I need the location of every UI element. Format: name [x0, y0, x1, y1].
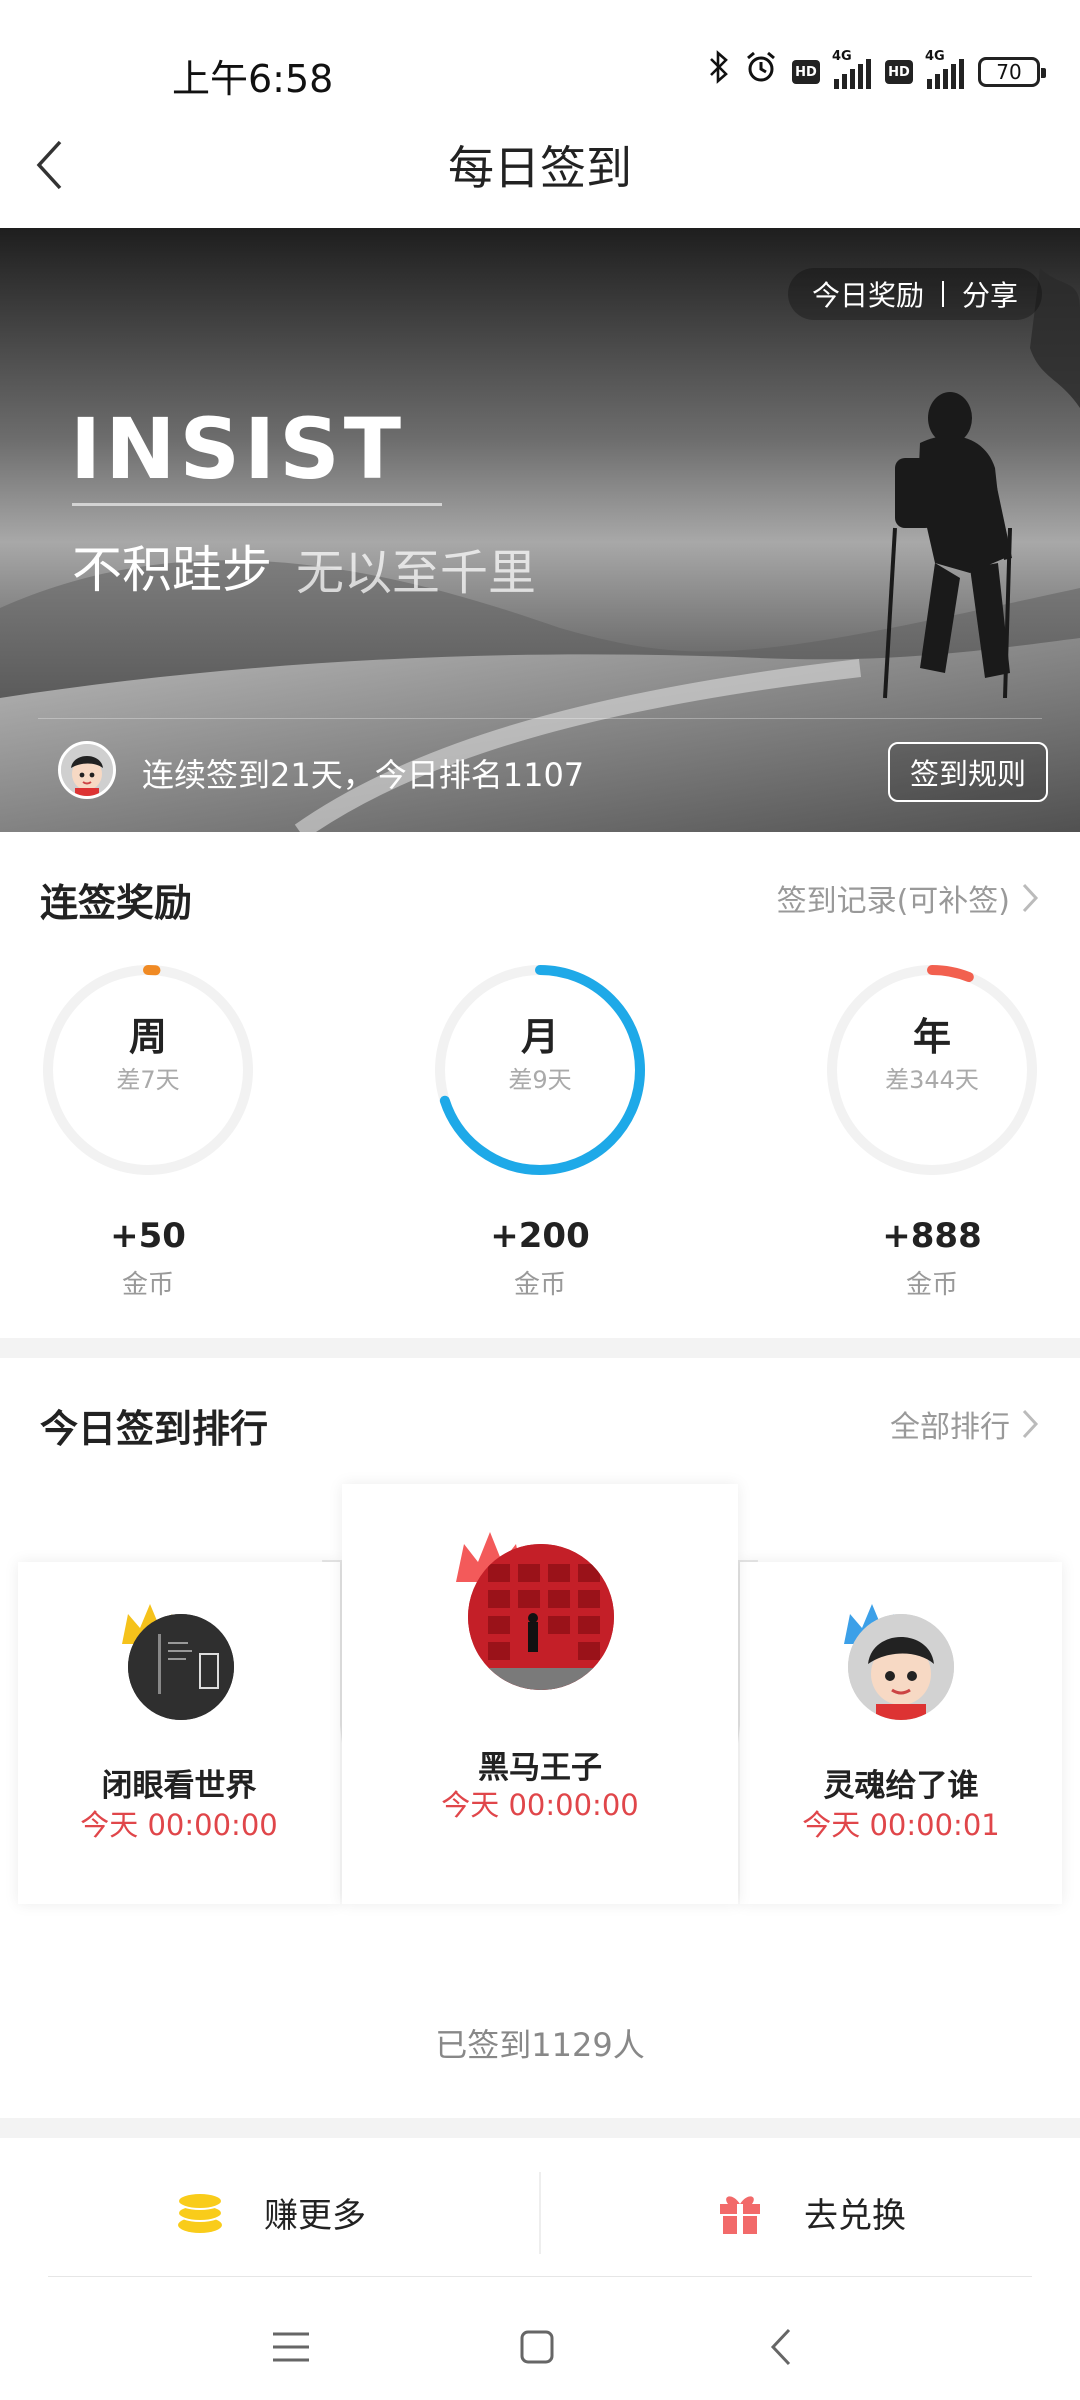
hero-headline: INSIST — [70, 400, 406, 498]
reward-period-label: 周 — [128, 1015, 167, 1059]
cartoon-avatar-icon — [848, 1614, 954, 1720]
streak-rank-text: 连续签到21天，今日排名1107 — [142, 756, 585, 794]
gift-icon — [720, 2196, 760, 2234]
red-wall-photo — [468, 1544, 614, 1690]
rank-time: 今天 00:00:00 — [441, 1788, 639, 1822]
earn-more-label: 赚更多 — [264, 2195, 366, 2236]
rank-name: 闭眼看世界 — [101, 1768, 257, 1804]
hero-slogan-secondary: 无以至千里 — [296, 545, 537, 601]
rank-avatar — [128, 1614, 234, 1720]
rank-card-second[interactable]: 闭眼看世界 今天 00:00:00 — [18, 1562, 340, 1904]
alarm-icon — [744, 50, 778, 95]
battery-icon: 70 — [978, 57, 1046, 87]
status-time: 上午6:58 — [172, 57, 334, 101]
signal-icon: 4G — [832, 49, 871, 89]
reward-unit: 金币 — [513, 1270, 566, 1300]
home-button[interactable] — [502, 2312, 572, 2382]
reward-period-label: 月 — [520, 1015, 559, 1059]
reward-remaining: 差7天 — [116, 1066, 180, 1094]
rank-avatar — [468, 1544, 614, 1690]
signal-icon: 4G — [925, 49, 964, 89]
chevron-right-icon — [1022, 1409, 1039, 1439]
hd-icon: HD — [885, 60, 913, 84]
reward-remaining: 差9天 — [508, 1066, 572, 1094]
section-gap — [0, 2118, 1080, 2138]
signed-count: 已签到1129人 — [435, 2026, 645, 2064]
rank-card-first[interactable]: 黑马王子 今天 00:00:00 — [342, 1484, 738, 1904]
reward-ring: 月差9天 — [430, 960, 650, 1180]
share-link[interactable]: 分享 — [962, 274, 1018, 314]
reward-unit: 金币 — [905, 1270, 958, 1300]
rank-name: 黑马王子 — [478, 1750, 602, 1786]
bottom-actions: 赚更多 去兑换 — [0, 2142, 1080, 2282]
rank-time: 今天 00:00:00 — [80, 1808, 278, 1842]
hero-banner: 今日奖励 分享 INSIST 不积跬步 无以至千里 连续签到21天，今日排名11… — [0, 228, 1080, 832]
menu-button[interactable] — [256, 2312, 326, 2382]
hd-icon: HD — [792, 60, 820, 84]
coins-icon — [177, 2192, 223, 2233]
hero-divider — [38, 718, 1042, 719]
reward-period-label: 年 — [912, 1015, 951, 1059]
action-divider — [539, 2172, 541, 2254]
signin-record-link[interactable]: 签到记录(可补签) — [777, 876, 1040, 920]
reward-share-pill: 今日奖励 分享 — [787, 268, 1042, 320]
reward-unit: 金币 — [121, 1270, 174, 1300]
reward-amount: +888 — [882, 1216, 982, 1256]
all-ranking-label: 全部排行 — [890, 1410, 1010, 1445]
book-cover-image — [128, 1614, 234, 1720]
signin-rules-button[interactable]: 签到规则 — [888, 742, 1048, 802]
reward-ring: 周差7天 — [38, 960, 258, 1180]
status-icons: HD 4G HD 4G 70 — [708, 49, 1046, 95]
reward-remaining: 差344天 — [885, 1066, 979, 1094]
chevron-right-icon — [1022, 883, 1039, 913]
user-avatar[interactable] — [58, 741, 116, 799]
menu-icon — [273, 2332, 309, 2362]
reward-ring: 年差344天 — [822, 960, 1042, 1180]
signin-record-label: 签到记录(可补签) — [776, 884, 1010, 919]
cartoon-avatar-icon — [61, 744, 113, 796]
pill-divider — [941, 281, 944, 307]
rank-name: 灵魂给了谁 — [823, 1768, 979, 1804]
system-nav-bar — [0, 2290, 1080, 2400]
rank-avatar — [848, 1614, 954, 1720]
hero-underline — [72, 503, 442, 506]
today-ranking-title: 今日签到排行 — [40, 1407, 269, 1451]
redeem-button[interactable]: 去兑换 — [716, 2142, 906, 2282]
system-back-button[interactable] — [746, 2312, 816, 2382]
reward-amount: +50 — [110, 1216, 186, 1256]
bottom-divider — [48, 2276, 1032, 2277]
home-square-icon — [520, 2330, 554, 2364]
chevron-left-icon — [770, 2328, 791, 2366]
reward-amount: +200 — [490, 1216, 590, 1256]
page-title: 每日签到 — [448, 141, 632, 195]
section-gap — [0, 1338, 1080, 1358]
redeem-label: 去兑换 — [804, 2195, 906, 2236]
streak-rewards-title: 连签奖励 — [40, 881, 193, 925]
hero-slogan-primary: 不积跬步 — [72, 541, 272, 599]
rank-card-third[interactable]: 灵魂给了谁 今天 00:00:01 — [740, 1562, 1062, 1904]
bluetooth-icon — [708, 49, 730, 95]
all-ranking-link[interactable]: 全部排行 — [890, 1402, 1040, 1446]
earn-more-button[interactable]: 赚更多 — [176, 2142, 366, 2282]
rank-time: 今天 00:00:01 — [802, 1808, 1000, 1842]
status-bar: 上午6:58 HD 4G HD 4G 70 — [0, 0, 1080, 140]
today-reward-link[interactable]: 今日奖励 — [812, 274, 924, 314]
